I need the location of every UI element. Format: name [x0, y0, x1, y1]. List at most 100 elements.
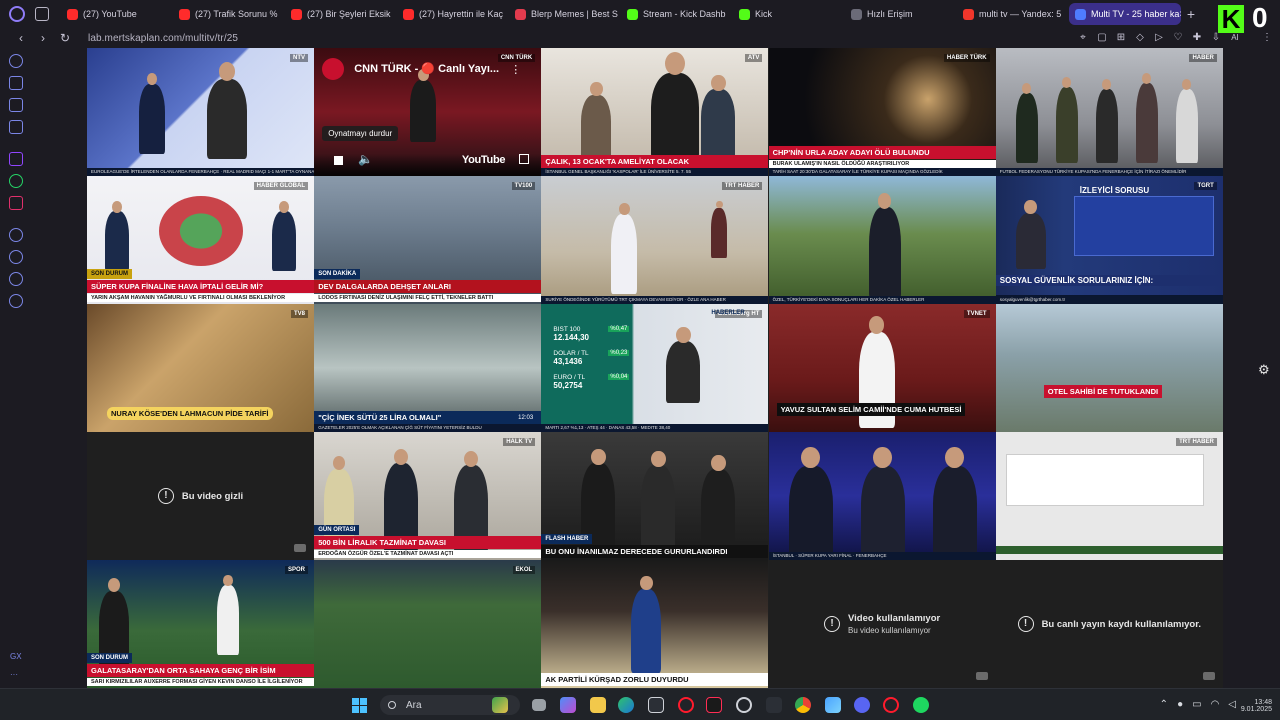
- video-tile[interactable]: ! Bu canlı yayın kaydı kullanılamıyor.: [995, 560, 1223, 688]
- video-tile[interactable]: ATV ÇALIK, 13 OCAK'TA AMELİYAT OLACAK İSTA…: [541, 48, 769, 176]
- copilot-icon[interactable]: [560, 697, 576, 713]
- clock[interactable]: 13:48 9.01.2025: [1241, 699, 1272, 713]
- market-row: DOLAR / TL 43,1436 %0,23: [553, 350, 630, 366]
- youtube-video-title[interactable]: CNN TÜRK - 🔴 Canlı Yayı...: [354, 62, 499, 75]
- new-tab-button[interactable]: +: [1181, 6, 1201, 22]
- video-tile[interactable]: BU ONU İNANILMAZ DERECEDE GURURLANDIRDI F…: [541, 432, 769, 560]
- forward-icon[interactable]: ›: [34, 31, 52, 45]
- instagram-icon[interactable]: [9, 196, 23, 210]
- stop-icon[interactable]: [334, 156, 344, 165]
- video-tile[interactable]: EKOL: [314, 560, 542, 688]
- store-icon[interactable]: [648, 697, 664, 713]
- windows-start-icon[interactable]: [352, 698, 367, 713]
- gear-icon[interactable]: ⚙: [1258, 362, 1270, 378]
- pin-icon[interactable]: ⌖: [1076, 31, 1090, 45]
- settings-icon[interactable]: [9, 294, 23, 308]
- widgets-icon[interactable]: [492, 697, 508, 713]
- discord-icon[interactable]: [854, 697, 870, 713]
- heart-icon[interactable]: ♡: [1171, 31, 1185, 45]
- tab-multitv[interactable]: Multi TV - 25 haber ka×: [1069, 3, 1181, 25]
- spotify-icon[interactable]: [913, 697, 929, 713]
- tab-youtube[interactable]: (27) YouTube: [61, 3, 173, 25]
- shield-icon[interactable]: ◇: [1133, 31, 1147, 45]
- more-icon[interactable]: ···: [10, 670, 18, 679]
- tab-label: Multi TV - 25 haber ka: [1091, 9, 1180, 19]
- volume-icon[interactable]: ◁: [1228, 699, 1236, 710]
- video-tile[interactable]: TVNET YAVUZ SULTAN SELİM CAMİİ'NDE CUMA H…: [768, 304, 996, 432]
- aria-icon[interactable]: [9, 76, 23, 90]
- channel-logo: NTV: [290, 54, 308, 62]
- chevron-up-icon[interactable]: ⌃: [1160, 699, 1168, 710]
- video-tile[interactable]: TGRTKIYDE 2.446,55 · NOROZ 86,65 · BIST …: [995, 176, 1223, 304]
- volume-icon[interactable]: 🔈: [358, 152, 373, 166]
- tab-blerp[interactable]: Blerp Memes | Best S: [509, 3, 621, 25]
- downloads-icon[interactable]: ⇩: [1209, 31, 1223, 45]
- back-icon[interactable]: ‹: [12, 31, 30, 45]
- twitch-icon[interactable]: [9, 152, 23, 166]
- tab-youtube[interactable]: (27) Trafik Sorunu %: [173, 3, 285, 25]
- video-tile[interactable]: HABER GLOBAL YARIN AKŞAM HAVANIN YAĞMURLU…: [87, 176, 314, 304]
- url-field[interactable]: lab.mertskaplan.com/multitv/tr/25: [88, 33, 238, 44]
- microphone-icon[interactable]: ●: [1177, 699, 1183, 710]
- display-icon[interactable]: ▭: [1192, 699, 1201, 710]
- video-tile[interactable]: OTEL SAHİBİ DE TUTUKLANDI: [995, 304, 1223, 432]
- play-icon[interactable]: ▷: [1152, 31, 1166, 45]
- edge-icon[interactable]: [618, 697, 634, 713]
- video-tile[interactable]: HABER FUTBOL FEDERASYONU TÜRKİYE KUPASI'N…: [995, 48, 1223, 176]
- youtube-watermark-icon[interactable]: [975, 672, 988, 680]
- video-tile[interactable]: Bloomberg HT BIST 100 12.144,30 %0,47 DOLAR …: [541, 304, 769, 432]
- opera-gx-icon[interactable]: [883, 697, 899, 713]
- video-tile[interactable]: TV100 LODOS FIRTINASI DENİZ ULAŞIMINI FEL…: [314, 176, 542, 304]
- task-view-icon[interactable]: [532, 699, 546, 711]
- opera-icon[interactable]: [678, 697, 694, 713]
- video-tile[interactable]: NTV EUROLEAGUE'DE İRTELENDEN OLANLARDA FE…: [87, 48, 314, 176]
- news-ticker: EUROLEAGUE'DE İRTELENDEN OLANLARDA FENER…: [87, 168, 314, 176]
- video-tile[interactable]: HABER TÜRK BURAK ULAMIŞ'IN NASIL ÖLDÜĞÜ A…: [768, 48, 996, 176]
- fullscreen-icon[interactable]: [519, 154, 530, 164]
- tab-label: (27) YouTube: [83, 9, 137, 19]
- video-tile[interactable]: ! Video kullanılamıyor Bu video kullanılam…: [768, 560, 996, 688]
- puzzle-icon[interactable]: ✚: [1190, 31, 1204, 45]
- tab-yandex[interactable]: multi tv — Yandex: 5: [957, 3, 1069, 25]
- video-tile[interactable]: AK PARTİLİ KÜRŞAD ZORLU DUYURDU: [541, 560, 769, 688]
- video-tile[interactable]: SPOR SARI KIRMIZILILAR AUXERRE FORMASI Gİ…: [87, 560, 314, 688]
- video-tile[interactable]: CNN TÜRK CNN TÜRK - 🔴 Canlı Yayı... ⋮ Oynat…: [314, 48, 542, 176]
- chrome-icon[interactable]: [795, 697, 811, 713]
- more-options-icon[interactable]: ⋮: [510, 63, 521, 76]
- video-tile[interactable]: HALK TV ERDOĞAN ÖZGÜR ÖZEL'E TAZMİNAT DAV…: [314, 432, 542, 560]
- video-tile[interactable]: ÖZEL, TÜRKİYE'DEKİ DAVA SONUÇLARI HER DA…: [768, 176, 996, 304]
- video-tile[interactable]: TRT HABER SURİYE ÖNDEĞİNDE YÜRÜTÜMÜ TRT Ç…: [541, 176, 769, 304]
- messenger-icon[interactable]: [9, 120, 23, 134]
- virtualbox-icon[interactable]: [825, 697, 841, 713]
- reload-icon[interactable]: ↻: [56, 31, 74, 45]
- workspaces-icon[interactable]: [35, 7, 49, 21]
- tab-youtube[interactable]: (27) Bir Şeyleri Eksik: [285, 3, 397, 25]
- social-icon[interactable]: [9, 98, 23, 112]
- browser-logo-icon[interactable]: [9, 6, 25, 22]
- downloads-sidebar-icon[interactable]: [9, 272, 23, 286]
- youtube-watermark-icon[interactable]: [1202, 672, 1215, 680]
- extensions-icon[interactable]: ⊞: [1114, 31, 1128, 45]
- player-icon[interactable]: [9, 228, 23, 242]
- youtube-logo[interactable]: YouTube: [462, 154, 506, 166]
- wifi-icon[interactable]: ◠: [1211, 699, 1220, 710]
- tab-grid[interactable]: Hızlı Erişim: [845, 3, 957, 25]
- speed-dial-icon[interactable]: [9, 54, 23, 68]
- tab-kick[interactable]: Stream - Kick Dashb: [621, 3, 733, 25]
- video-tile[interactable]: TV8 NURAY KÖSE'DEN LAHMACUN PİDE TARİFİ: [87, 304, 314, 432]
- video-tile[interactable]: TRT HABER: [995, 432, 1223, 560]
- screenshot-icon[interactable]: ▢: [1095, 31, 1109, 45]
- app-icon[interactable]: [706, 697, 722, 713]
- capcut-icon[interactable]: [766, 697, 782, 713]
- video-tile[interactable]: "ÇİÇ İNEK SÜTÜ 25 LİRA OLMALI" GAZETELER …: [314, 304, 542, 432]
- obs-icon[interactable]: [736, 697, 752, 713]
- whatsapp-icon[interactable]: [9, 174, 23, 188]
- file-explorer-icon[interactable]: [590, 697, 606, 713]
- video-tile[interactable]: ! Bu video gizli: [87, 432, 314, 560]
- tab-youtube[interactable]: (27) Hayrettin ile Kaç: [397, 3, 509, 25]
- alert-icon: !: [157, 488, 174, 504]
- youtube-watermark-icon[interactable]: [294, 544, 306, 552]
- video-tile[interactable]: İSTANBUL · SÜPER KUPA YARI FİNAL · FENER…: [768, 432, 996, 560]
- tab-kick[interactable]: Kick: [733, 3, 845, 25]
- history-icon[interactable]: [9, 250, 23, 264]
